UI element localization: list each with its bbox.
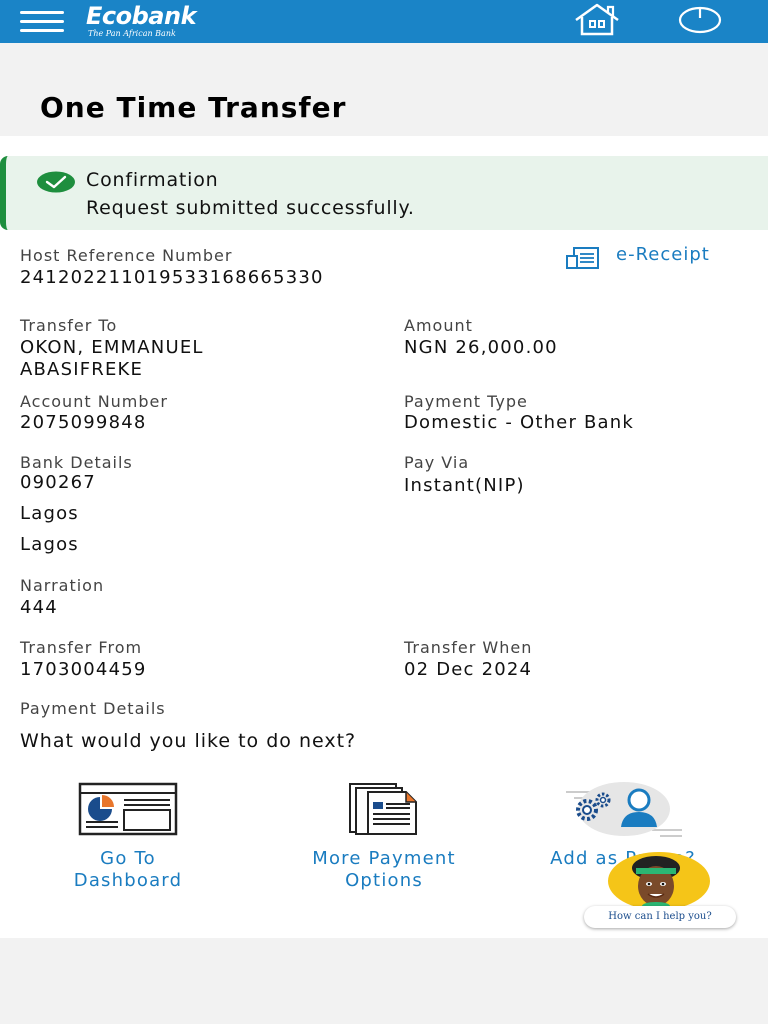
transfer-when-value: 02 Dec 2024 [404, 659, 533, 680]
receipt-icon [566, 247, 599, 269]
transfer-to-name-line1: OKON, EMMANUEL [20, 337, 204, 358]
next-step-question: What would you like to do next? [20, 730, 357, 752]
narration-value: 444 [20, 597, 58, 618]
account-number-value: 2075099848 [20, 412, 147, 433]
amount-value: NGN 26,000.00 [404, 337, 558, 358]
confirmation-message: Request submitted successfully. [86, 197, 415, 219]
account-number-label: Account Number [20, 392, 168, 411]
page-title: One Time Transfer [40, 91, 347, 124]
transfer-to-name-line2: ABASIFREKE [20, 359, 144, 380]
assistant-avatar-icon [632, 856, 680, 908]
chat-prompt: How can I help you? [584, 906, 736, 928]
narration-label: Narration [20, 576, 105, 595]
more-payment-options-button[interactable]: More Payment Options [274, 782, 494, 902]
bank-code-value: 090267 [20, 472, 96, 493]
documents-icon [349, 783, 417, 835]
dashboard-icon [78, 782, 178, 836]
content-panel: Confirmation Request submitted successfu… [0, 136, 768, 938]
host-ref-label: Host Reference Number [20, 246, 233, 265]
host-ref-value: 24120221101953316866533​0 [20, 267, 324, 288]
more-payment-label-line1: More Payment [312, 848, 456, 869]
power-icon[interactable] [677, 3, 723, 37]
add-payee-icon [566, 782, 682, 837]
payment-type-value: Domestic - Other Bank [404, 412, 634, 433]
dashboard-label-line1: Go To [100, 848, 156, 869]
bank-state-value: Lagos [20, 534, 79, 555]
pay-via-value: Instant(NIP) [404, 475, 525, 496]
top-bar: Ecobank The Pan African Bank [0, 0, 768, 43]
transfer-from-label: Transfer From [20, 638, 143, 657]
go-to-dashboard-button[interactable]: Go To Dashboard [18, 782, 238, 902]
dashboard-label-line2: Dashboard [73, 870, 183, 891]
logo-name: Ecobank [86, 2, 197, 30]
dashboard-label: Go To Dashboard [18, 848, 238, 892]
ecobank-logo[interactable]: Ecobank The Pan African Bank [86, 2, 197, 39]
check-circle-icon [37, 171, 75, 193]
pay-via-label: Pay Via [404, 453, 470, 472]
bank-details-label: Bank Details [20, 453, 133, 472]
confirmation-title: Confirmation [86, 169, 219, 191]
transfer-when-label: Transfer When [404, 638, 533, 657]
transfer-to-label: Transfer To [20, 316, 118, 335]
more-payment-label: More Payment Options [274, 848, 494, 892]
logo-tagline: The Pan African Bank [88, 29, 176, 38]
e-receipt-link[interactable]: e-Receipt [562, 244, 752, 270]
transfer-from-value: 1703004459 [20, 659, 147, 680]
e-receipt-label: e-Receipt [616, 244, 710, 265]
hamburger-icon[interactable] [20, 11, 64, 33]
bank-city-value: Lagos [20, 503, 79, 524]
chat-assistant-widget[interactable]: How can I help you? [582, 848, 742, 932]
amount-label: Amount [404, 316, 473, 335]
confirmation-banner: Confirmation Request submitted successfu… [0, 156, 768, 230]
payment-type-label: Payment Type [404, 392, 528, 411]
payment-details-label: Payment Details [20, 699, 166, 718]
home-icon[interactable] [572, 3, 622, 37]
more-payment-label-line2: Options [345, 870, 423, 891]
title-area: One Time Transfer [0, 43, 768, 136]
